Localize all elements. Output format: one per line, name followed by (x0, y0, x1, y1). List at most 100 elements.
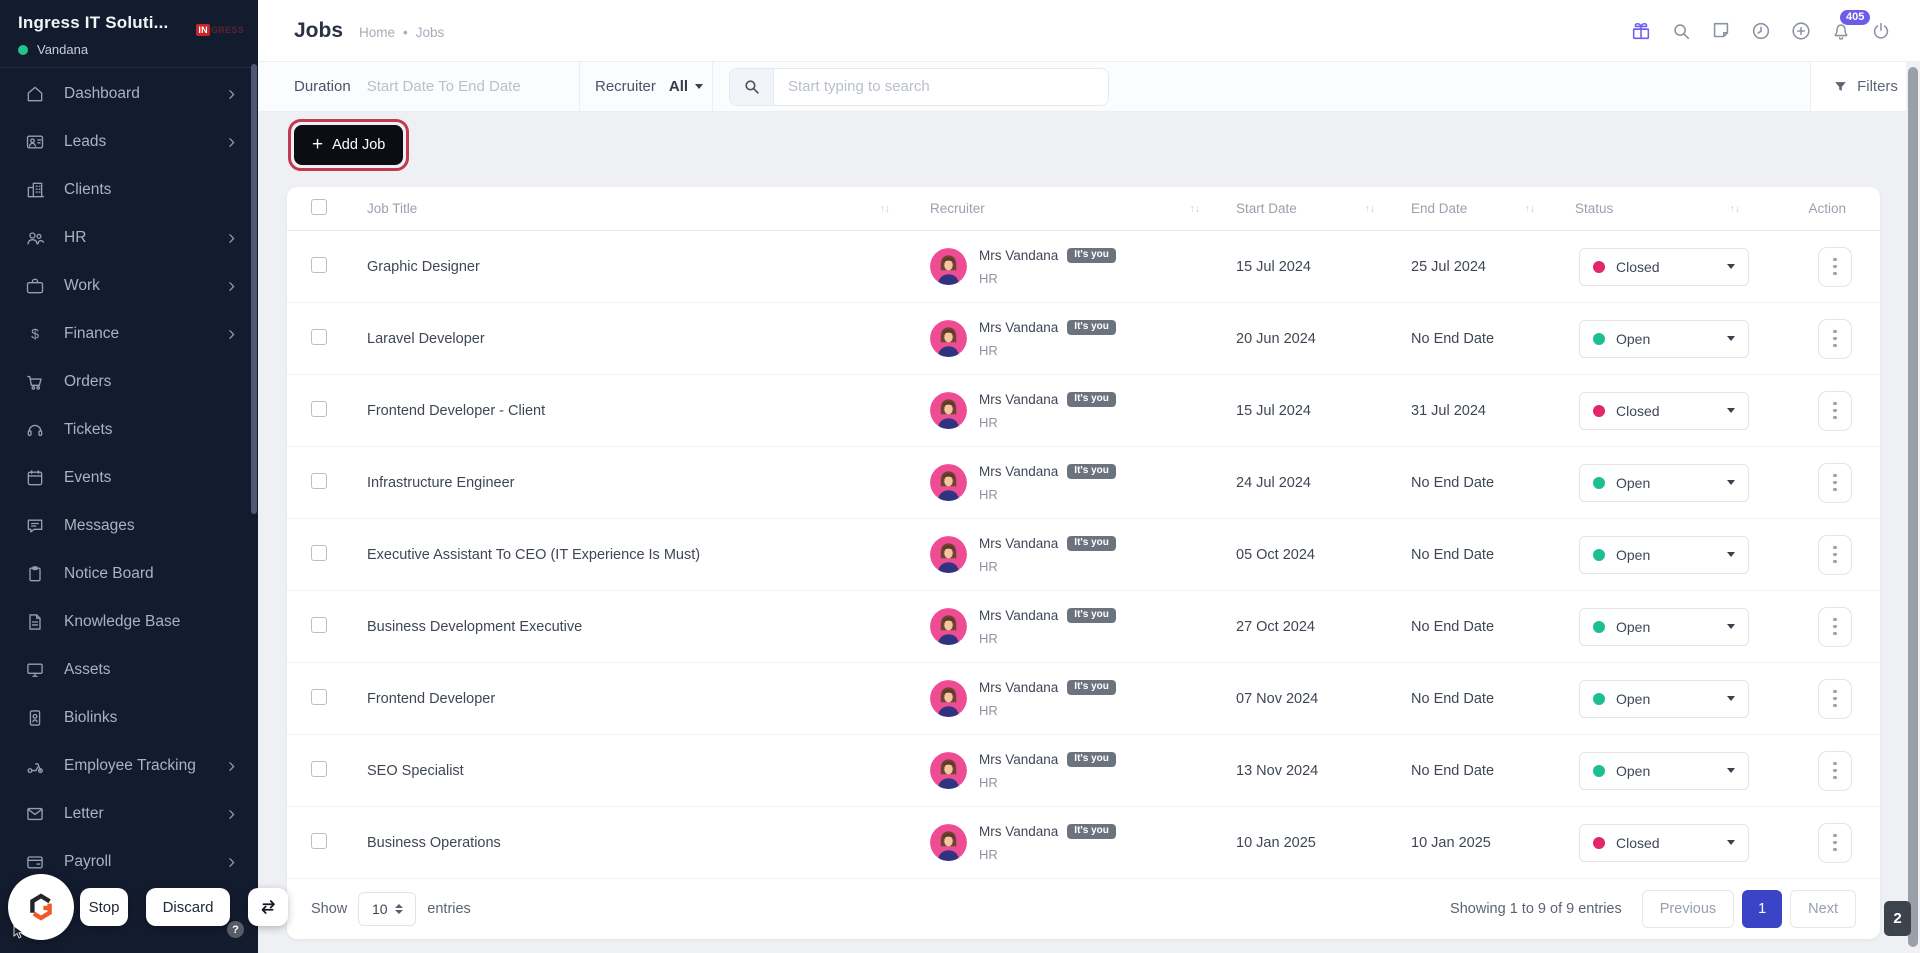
recruiter-name[interactable]: Mrs Vandana (979, 608, 1058, 623)
sidebar-item-knowledge-base[interactable]: Knowledge Base (0, 598, 258, 646)
sort-icon[interactable]: ↑↓ (1730, 203, 1741, 215)
start-date: 15 Jul 2024 (1236, 258, 1311, 275)
gift-icon[interactable] (1630, 20, 1652, 42)
page-scrollbar-track[interactable] (1906, 62, 1920, 953)
row-checkbox[interactable] (311, 832, 327, 849)
row-checkbox[interactable] (311, 616, 327, 633)
filters-button[interactable]: Filters (1810, 62, 1920, 111)
previous-page-button[interactable]: Previous (1641, 890, 1735, 928)
recruiter-cell: Mrs Vandana It's you HR (906, 679, 1216, 718)
recruiter-name[interactable]: Mrs Vandana (979, 752, 1058, 767)
row-checkbox[interactable] (311, 328, 327, 345)
row-actions-menu-button[interactable] (1818, 534, 1852, 575)
search-icon[interactable] (1670, 20, 1692, 42)
search-input[interactable] (774, 68, 1108, 105)
job-title[interactable]: Executive Assistant To CEO (IT Experienc… (367, 547, 906, 563)
next-page-button[interactable]: Next (1790, 890, 1856, 928)
notifications-icon[interactable]: 405 (1830, 9, 1871, 42)
row-checkbox[interactable] (311, 472, 327, 489)
job-title[interactable]: Infrastructure Engineer (367, 475, 906, 491)
sidebar-item-tickets[interactable]: Tickets (0, 406, 258, 454)
recruiter-name[interactable]: Mrs Vandana (979, 464, 1058, 479)
page-scrollbar-thumb[interactable] (1908, 67, 1918, 947)
recruiter-name[interactable]: Mrs Vandana (979, 824, 1058, 839)
add-icon[interactable] (1790, 20, 1812, 42)
row-actions-menu-button[interactable] (1818, 822, 1852, 863)
status-dropdown[interactable]: Open (1579, 751, 1749, 790)
notes-icon[interactable] (1710, 20, 1732, 42)
row-checkbox[interactable] (311, 688, 327, 705)
job-title[interactable]: Business Development Executive (367, 619, 906, 635)
status-dropdown[interactable]: Closed (1579, 391, 1749, 430)
action-cell (1756, 750, 1856, 791)
breadcrumb-home[interactable]: Home (359, 25, 395, 40)
row-actions-menu-button[interactable] (1818, 318, 1852, 359)
status-dropdown[interactable]: Open (1579, 319, 1749, 358)
sidebar-item-notice-board[interactable]: Notice Board (0, 550, 258, 598)
sidebar-item-messages[interactable]: Messages (0, 502, 258, 550)
filters-label: Filters (1857, 78, 1898, 95)
discard-button[interactable]: Discard (146, 888, 230, 926)
sort-icon[interactable]: ↑↓ (880, 203, 891, 215)
help-badge[interactable]: ? (227, 921, 244, 938)
current-page-button[interactable]: 1 (1742, 890, 1783, 928)
history-icon[interactable] (1750, 20, 1772, 42)
swap-button[interactable] (248, 888, 288, 926)
row-checkbox[interactable] (311, 256, 327, 273)
sort-icon[interactable]: ↑↓ (1365, 203, 1376, 215)
status-dropdown[interactable]: Closed (1579, 247, 1749, 286)
status-dropdown[interactable]: Open (1579, 463, 1749, 502)
sidebar-item-employee-tracking[interactable]: Employee Tracking (0, 742, 258, 790)
end-date: No End Date (1411, 474, 1495, 491)
job-title[interactable]: Graphic Designer (367, 259, 906, 275)
row-checkbox[interactable] (311, 400, 327, 417)
power-icon[interactable] (1870, 20, 1892, 42)
duration-range-input[interactable] (366, 78, 542, 95)
recruiter-name[interactable]: Mrs Vandana (979, 392, 1058, 407)
row-actions-menu-button[interactable] (1818, 750, 1852, 791)
recruiter-role: HR (979, 270, 998, 286)
avatar (930, 536, 967, 573)
row-actions-menu-button[interactable] (1818, 462, 1852, 503)
job-title[interactable]: SEO Specialist (367, 763, 906, 779)
avatar (930, 320, 967, 357)
sort-icon[interactable]: ↑↓ (1190, 203, 1201, 215)
sidebar-item-events[interactable]: Events (0, 454, 258, 502)
sidebar-item-orders[interactable]: Orders (0, 358, 258, 406)
stop-button[interactable]: Stop (80, 888, 128, 926)
status-dropdown[interactable]: Closed (1579, 823, 1749, 862)
add-job-button[interactable]: + Add Job (294, 125, 404, 165)
recruiter-name[interactable]: Mrs Vandana (979, 536, 1058, 551)
row-checkbox[interactable] (311, 544, 327, 561)
row-checkbox[interactable] (311, 760, 327, 777)
sort-icon[interactable]: ↑↓ (1525, 203, 1536, 215)
sidebar-item-work[interactable]: Work (0, 262, 258, 310)
sidebar-item-leads[interactable]: Leads (0, 118, 258, 166)
job-title[interactable]: Laravel Developer (367, 331, 906, 347)
sidebar-item-biolinks[interactable]: Biolinks (0, 694, 258, 742)
recruiter-name[interactable]: Mrs Vandana (979, 248, 1058, 263)
job-title[interactable]: Business Operations (367, 835, 906, 851)
chevron-right-icon (229, 137, 235, 147)
sidebar-item-dashboard[interactable]: Dashboard (0, 70, 258, 118)
page-size-select[interactable]: 10 (358, 892, 417, 926)
status-dropdown[interactable]: Open (1579, 535, 1749, 574)
row-actions-menu-button[interactable] (1818, 606, 1852, 647)
status-dropdown[interactable]: Open (1579, 679, 1749, 718)
sidebar-item-assets[interactable]: Assets (0, 646, 258, 694)
select-all-checkbox[interactable] (311, 199, 327, 215)
job-title[interactable]: Frontend Developer - Client (367, 403, 906, 419)
sidebar-item-hr[interactable]: HR (0, 214, 258, 262)
recruiter-dropdown[interactable]: All (669, 78, 704, 95)
recruiter-name[interactable]: Mrs Vandana (979, 680, 1058, 695)
recruiter-name[interactable]: Mrs Vandana (979, 320, 1058, 335)
sidebar-item-letter[interactable]: Letter (0, 790, 258, 838)
row-actions-menu-button[interactable] (1818, 678, 1852, 719)
row-actions-menu-button[interactable] (1818, 246, 1852, 287)
job-title[interactable]: Frontend Developer (367, 691, 906, 707)
status-dropdown[interactable]: Open (1579, 607, 1749, 646)
sidebar-item-clients[interactable]: Clients (0, 166, 258, 214)
sidebar-item-finance[interactable]: $ Finance (0, 310, 258, 358)
row-actions-menu-button[interactable] (1818, 390, 1852, 431)
sidebar-scrollbar[interactable] (251, 64, 257, 514)
